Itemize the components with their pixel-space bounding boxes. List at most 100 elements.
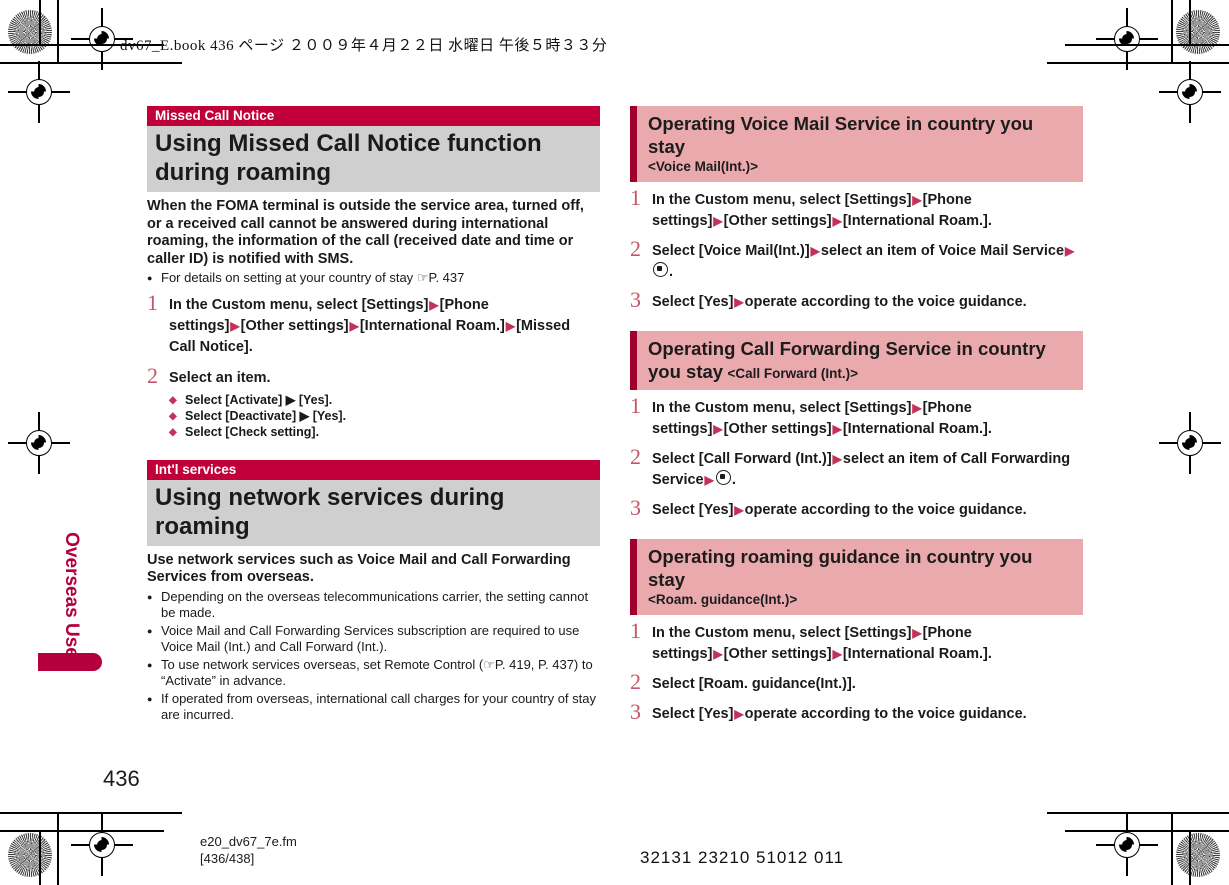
crop-line-left [57, 0, 59, 62]
step-part: Select [Call Forward (Int.)] [652, 451, 832, 467]
step-number: 3 [630, 699, 641, 724]
crop-line-inner-bottom-right [1065, 830, 1229, 832]
registration-mark-left-middle [8, 412, 70, 474]
step-2: 2 Select [Call Forward (Int.)]▶select an… [630, 444, 1083, 491]
call-forwarding-steps: 1 In the Custom menu, select [Settings]▶… [630, 393, 1083, 521]
print-density-patch-top-right [1176, 10, 1220, 54]
arrow-icon: ▶ [832, 214, 842, 228]
section2-notes-list: Depending on the overseas telecommunicat… [147, 589, 600, 724]
step-part: [Other settings] [723, 421, 832, 437]
pink-heading-title: Operating Voice Mail Service in country … [648, 113, 1034, 157]
step-2-options: Select [Activate] ▶ [Yes]. Select [Deact… [169, 392, 600, 441]
step-text: Select an item. [169, 369, 271, 386]
step-part: . [731, 472, 736, 488]
arrow-icon: ▶ [713, 422, 723, 436]
arrow-icon: ▶ [912, 401, 922, 415]
step-number: 2 [147, 362, 158, 388]
print-job-code: 32131 23210 51012 011 [640, 848, 845, 867]
step-number: 3 [630, 287, 641, 312]
registration-mark-bottom-right [1096, 814, 1158, 876]
crop-line-top-right [1047, 62, 1229, 64]
step-text: Select [Yes]▶operate according to the vo… [652, 704, 1083, 725]
chapter-thumb-tab-bar [38, 653, 102, 671]
step-part: [Other settings] [723, 646, 832, 662]
pink-heading-call-forwarding: Operating Call Forwarding Service in cou… [630, 331, 1083, 390]
crop-line-right [1171, 0, 1173, 62]
step-1: 1 In the Custom menu, select [Settings]▶… [630, 185, 1083, 232]
print-density-patch-bottom-left [8, 833, 52, 877]
chapter-thumb-tab: Overseas Use [38, 515, 102, 675]
step-part: In the Custom menu, select [Settings] [652, 192, 912, 208]
section1-steps: 1 In the Custom menu, select [Settings]▶… [147, 291, 600, 441]
section-call-forwarding-service: Operating Call Forwarding Service in cou… [630, 331, 1083, 521]
step-part: [Other settings] [723, 213, 832, 229]
step-part: In the Custom menu, select [Settings] [652, 400, 912, 416]
step-text: In the Custom menu, select [Settings]▶[P… [652, 398, 1083, 440]
step-part: In the Custom menu, select [Settings] [169, 296, 429, 313]
chapter-thumb-tab-label: Overseas Use [61, 532, 82, 658]
section2-lead-paragraph: Use network services such as Voice Mail … [147, 551, 571, 586]
step-text: In the Custom menu, select [Settings]▶[P… [652, 190, 1083, 232]
step-text: Select [Roam. guidance(Int.)]. [652, 676, 856, 692]
step-number: 1 [630, 618, 641, 643]
pink-heading-roaming-guidance: Operating roaming guidance in country yo… [630, 539, 1083, 615]
step-part: select an item of Voice Mail Service [820, 243, 1065, 259]
pink-heading-title: Operating roaming guidance in country yo… [648, 546, 1033, 590]
step-text: Select [Yes]▶operate according to the vo… [652, 292, 1083, 313]
crop-line-right-bottom [1171, 812, 1173, 885]
step-part: operate according to the voice guidance. [744, 294, 1027, 310]
step-3: 3 Select [Yes]▶operate according to the … [630, 287, 1083, 313]
section-voice-mail-service: Operating Voice Mail Service in country … [630, 106, 1083, 313]
voice-mail-steps: 1 In the Custom menu, select [Settings]▶… [630, 185, 1083, 313]
section-title-missed-call-notice: Using Missed Call Notice function during… [147, 126, 600, 192]
print-density-patch-top-left [8, 10, 52, 54]
arrow-icon: ▶ [713, 647, 723, 661]
arrow-icon: ▶ [230, 318, 240, 333]
arrow-icon: ▶ [912, 193, 922, 207]
step-part: [International Roam.] [359, 317, 505, 334]
step-number: 1 [630, 185, 641, 210]
list-item: Select [Check setting]. [169, 424, 600, 441]
step-2: 2 Select an item. Select [Activate] ▶ [Y… [147, 362, 600, 441]
step-part: . [669, 264, 674, 280]
crop-line-inner-bottom [0, 830, 164, 832]
step-part: Select [Yes] [652, 294, 734, 310]
arrow-icon: ▶ [713, 214, 723, 228]
step-number: 3 [630, 495, 641, 520]
section-tag-missed-call-notice: Missed Call Notice [147, 106, 600, 126]
crop-line-top [0, 62, 182, 64]
section-title-intl-services: Using network services during roaming [147, 479, 600, 546]
step-part: Select [Yes] [652, 502, 734, 518]
arrow-icon: ▶ [912, 626, 922, 640]
list-item: Voice Mail and Call Forwarding Services … [147, 623, 600, 656]
step-part: In the Custom menu, select [Settings] [652, 625, 912, 641]
arrow-icon: ▶ [810, 244, 820, 258]
step-number: 1 [630, 393, 641, 418]
pink-heading-subtitle: <Voice Mail(Int.)> [648, 159, 759, 174]
step-2: 2 Select [Voice Mail(Int.)]▶select an it… [630, 238, 1083, 283]
list-item: For details on setting at your country o… [147, 270, 600, 287]
registration-mark-bottom-left [71, 814, 133, 876]
step-3: 3 Select [Yes]▶operate according to the … [630, 699, 1083, 725]
step-number: 2 [630, 444, 641, 469]
step-3: 3 Select [Yes]▶operate according to the … [630, 495, 1083, 521]
step-part: operate according to the voice guidance. [744, 502, 1027, 518]
print-header-slug: dv67_E.book 436 ページ ２００９年４月２２日 水曜日 午後５時３… [120, 38, 608, 54]
step-part: Select [Voice Mail(Int.)] [652, 243, 810, 259]
step-text: Select [Yes]▶operate according to the vo… [652, 500, 1083, 521]
list-item: To use network services overseas, set Re… [147, 657, 600, 690]
page-number: 436 [103, 766, 140, 791]
list-item: Select [Activate] ▶ [Yes]. [169, 392, 600, 409]
section-tag-intl-services: Int'l services [147, 459, 600, 480]
source-filename-text: e20_dv67_7e.fm [200, 834, 297, 849]
left-column: Missed Call Notice Using Missed Call Not… [147, 106, 600, 725]
step-part: [International Roam.]. [842, 646, 992, 662]
step-part: [International Roam.]. [842, 421, 992, 437]
print-density-patch-bottom-right [1176, 833, 1220, 877]
arrow-icon: ▶ [734, 503, 744, 517]
section-roaming-guidance: Operating roaming guidance in country yo… [630, 539, 1083, 725]
step-1: 1 In the Custom menu, select [Settings]▶… [147, 291, 600, 358]
crop-line-bottom [0, 812, 182, 814]
arrow-icon: ▶ [832, 422, 842, 436]
arrow-icon: ▶ [734, 295, 744, 309]
